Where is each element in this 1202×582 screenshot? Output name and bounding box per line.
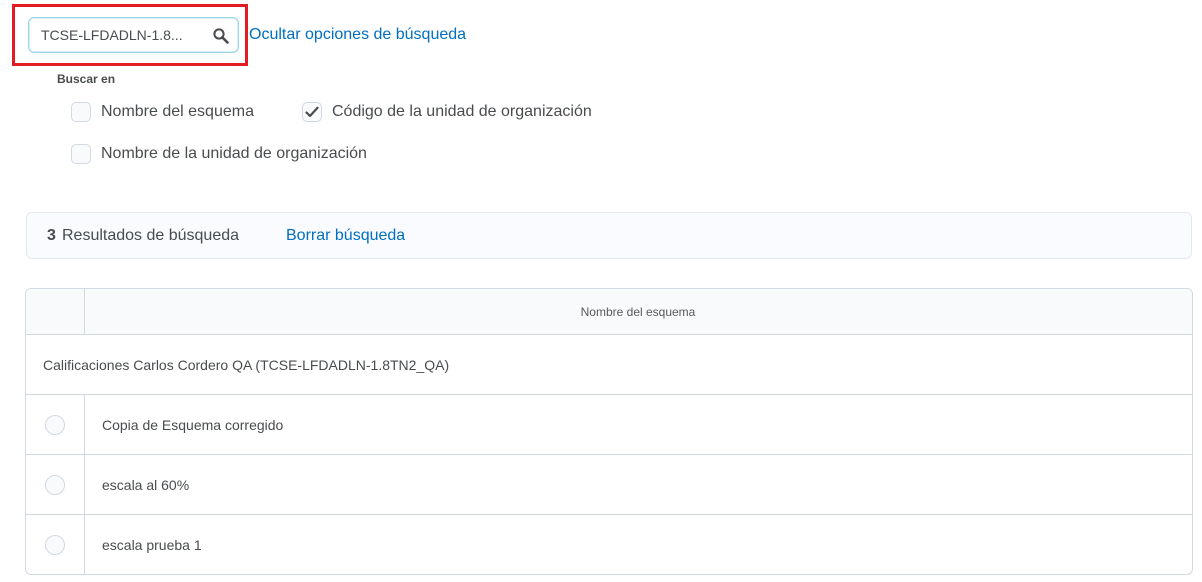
checkbox-row-org-unit-code[interactable]: Código de la unidad de organización [302, 102, 592, 122]
checkbox-label: Nombre del esquema [101, 103, 254, 120]
select-cell [26, 455, 85, 514]
org-unit-code-checkbox[interactable] [302, 102, 322, 122]
search-icon [213, 28, 229, 44]
row-radio[interactable] [45, 535, 65, 555]
table-row[interactable]: escala al 60% [26, 455, 1192, 515]
search-button[interactable] [210, 25, 232, 47]
hide-search-options-link[interactable]: Ocultar opciones de búsqueda [249, 26, 466, 44]
table-row[interactable]: escala prueba 1 [26, 515, 1192, 574]
checkbox-row-scheme-name[interactable]: Nombre del esquema [71, 102, 254, 122]
results-bar: 3 Resultados de búsqueda Borrar búsqueda [26, 212, 1192, 259]
clear-search-link[interactable]: Borrar búsqueda [286, 227, 405, 245]
row-radio[interactable] [45, 474, 65, 495]
select-column-header [26, 289, 85, 334]
search-input[interactable]: TCSE-LFDADLN-1.8... [41, 18, 193, 52]
search-field[interactable]: TCSE-LFDADLN-1.8... [28, 17, 239, 53]
checkbox-label: Código de la unidad de organización [332, 103, 592, 120]
scheme-name-cell: escala al 60% [102, 476, 190, 493]
table-header: Nombre del esquema [26, 289, 1192, 335]
search-in-label: Buscar en [57, 72, 116, 86]
row-radio[interactable] [45, 414, 65, 435]
results-text: Resultados de búsqueda [62, 227, 240, 244]
scheme-name-cell: escala prueba 1 [102, 537, 202, 553]
group-row: Calificaciones Carlos Cordero QA (TCSE-L… [26, 335, 1192, 395]
column-header-scheme-name: Nombre del esquema [580, 304, 696, 319]
checkmark-icon [305, 106, 319, 118]
scheme-name-cell: Copia de Esquema corregido [102, 416, 284, 433]
checkbox-label: Nombre de la unidad de organización [101, 145, 367, 162]
checkbox-row-org-unit-name[interactable]: Nombre de la unidad de organización [71, 144, 367, 164]
select-cell [26, 395, 85, 454]
results-count: 3 [47, 227, 56, 244]
select-cell [26, 515, 85, 574]
org-unit-name-checkbox[interactable] [71, 144, 91, 164]
schemes-table: Nombre del esquema Calificaciones Carlos… [25, 288, 1193, 575]
scheme-name-checkbox[interactable] [71, 102, 91, 122]
table-row[interactable]: Copia de Esquema corregido [26, 395, 1192, 455]
